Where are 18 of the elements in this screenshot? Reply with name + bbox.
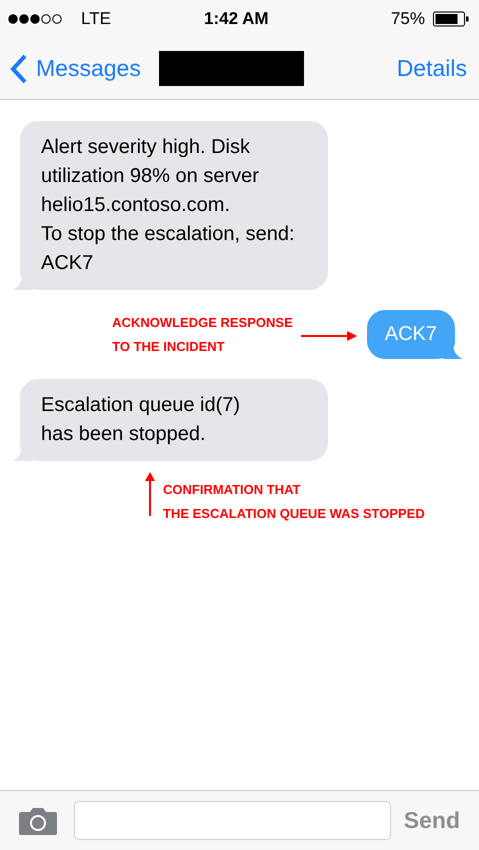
carrier-label: LTE [81,8,111,30]
camera-icon[interactable] [19,806,57,834]
up-arrow-icon [144,472,156,516]
annotation-text: ACKNOWLEDGE RESPONSE TO THE INCIDENT [112,314,293,356]
signal-strength-icon [8,14,64,24]
incoming-message-bubble: Alert severity high. Disk utilization 98% on server helio15.contoso.com. To stop the escalation, send: ACK7 [20,121,328,290]
back-chevron-icon [10,54,28,84]
back-button[interactable]: Messages [10,51,141,86]
incoming-message-bubble: Escalation queue id(7) has been stopped. [20,379,328,461]
battery-percentage: 75% [390,8,425,30]
annotation-text: CONFIRMATION THAT THE ESCALATION QUEUE WAS STOPPED [163,481,425,523]
right-arrow-icon [300,330,357,342]
details-button[interactable]: Details [396,51,467,86]
battery-icon [433,11,469,27]
outgoing-message-bubble: ACK7 [366,310,455,359]
clock-time: 1:42 AM [204,8,269,30]
send-button[interactable]: Send [404,803,460,838]
message-input-field[interactable] [74,801,391,840]
